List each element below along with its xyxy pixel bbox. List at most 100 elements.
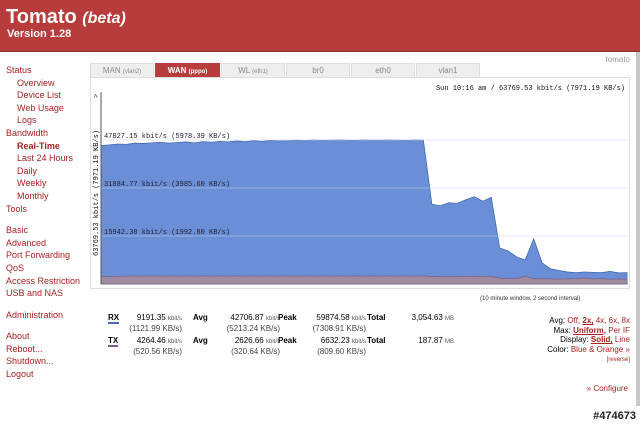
sidebar-item-web-usage[interactable]: Web Usage bbox=[0, 102, 86, 115]
sidebar-item-port-forwarding[interactable]: Port Forwarding bbox=[0, 249, 86, 262]
avg-option-6x[interactable]: 6x, bbox=[609, 316, 620, 325]
avg-option-off[interactable]: Off, bbox=[567, 316, 580, 325]
app-version: Version 1.28 bbox=[7, 28, 72, 40]
sidebar-item-shutdown[interactable]: Shutdown... bbox=[0, 355, 86, 368]
app-title-text: Tomato bbox=[6, 6, 77, 28]
sidebar-item-about[interactable]: About bbox=[0, 330, 86, 343]
sidebar-nav: Status Overview Device List Web Usage Logs Ba… bbox=[0, 64, 86, 381]
tx-total-label: Total bbox=[367, 336, 386, 345]
expand-arrow-icon[interactable]: > bbox=[93, 94, 101, 98]
sidebar-item-basic[interactable]: Basic bbox=[0, 224, 86, 237]
tx-peak-value: 6632.23 bbox=[320, 336, 350, 345]
display-option-line[interactable]: Line bbox=[615, 335, 630, 344]
tab-vlan1[interactable]: vlan1 bbox=[416, 63, 480, 77]
right-border bbox=[636, 52, 640, 406]
gridline-label: 15942.38 kbit/s (1992.80 KB/s) bbox=[104, 229, 230, 237]
tx-peak: 6632.23 kbit/s (809.60 KB/s) bbox=[294, 336, 366, 356]
color-scheme-link[interactable]: Blue & Orange » bbox=[571, 345, 630, 354]
gridline-label: 31884.77 kbit/s (3985.60 KB/s) bbox=[104, 181, 230, 189]
max-option-row: Max: Uniform, Per IF bbox=[547, 326, 630, 336]
app-title-suffix: (beta) bbox=[82, 10, 126, 27]
tx-peak-unit: kbit/s bbox=[351, 339, 366, 345]
tab-wan[interactable]: WAN (pppo) bbox=[155, 63, 220, 77]
tab-label: vlan1 bbox=[438, 66, 458, 75]
display-option-solid[interactable]: Solid, bbox=[591, 335, 613, 344]
tab-man[interactable]: MAN (vlan2) bbox=[90, 63, 154, 77]
sidebar-item-logs[interactable]: Logs bbox=[0, 114, 86, 127]
rx-current: 9191.35 kbit/s (1121.99 KB/s) bbox=[124, 313, 182, 333]
tab-br0[interactable]: br0 bbox=[286, 63, 350, 77]
graph-header-text: Sun 10:16 am / 63769.53 kbit/s (7971.19 … bbox=[436, 85, 625, 93]
sidebar-item-daily[interactable]: Daily bbox=[0, 165, 86, 178]
avg-option-8x[interactable]: 8x bbox=[622, 316, 630, 325]
tx-current-unit: kbit/s bbox=[167, 339, 182, 345]
tab-wl[interactable]: WL (eth1) bbox=[221, 63, 285, 77]
rx-total-label: Total bbox=[367, 313, 386, 322]
sidebar-item-monthly[interactable]: Monthly bbox=[0, 190, 86, 203]
rx-peak-value: 59874.58 bbox=[316, 313, 350, 322]
sidebar-item-advanced[interactable]: Advanced bbox=[0, 237, 86, 250]
sidebar-item-administration[interactable]: Administration bbox=[0, 309, 86, 322]
tx-avg-label: Avg bbox=[193, 336, 208, 345]
reverse-colors-link[interactable]: [reverse] bbox=[607, 357, 630, 363]
tab-sublabel: (pppo) bbox=[188, 69, 208, 75]
tx-total-unit: MB bbox=[445, 339, 454, 345]
color-option-label: Color: bbox=[547, 344, 569, 354]
graph-options: Avg: Off, 2x, 4x, 6x, 8x Max: Uniform, P… bbox=[547, 316, 630, 366]
display-option-row: Display: Solid, Line bbox=[547, 335, 630, 345]
sidebar-item-qos[interactable]: QoS bbox=[0, 262, 86, 275]
sidebar-item-usb-and-nas[interactable]: USB and NAS bbox=[0, 287, 86, 300]
sidebar-item-tools[interactable]: Tools bbox=[0, 203, 86, 216]
tab-label: WAN bbox=[167, 66, 187, 75]
tx-total-value: 187.87 bbox=[418, 336, 443, 345]
sidebar-item-real-time[interactable]: Real-Time bbox=[0, 140, 86, 153]
footer bbox=[0, 406, 640, 426]
avg-option-2x[interactable]: 2x, bbox=[582, 316, 593, 325]
rx-total: 3,054.63 MB bbox=[386, 313, 454, 324]
rx-avg-kbs: (5213.24 KB/s) bbox=[226, 324, 280, 333]
rx-total-value: 3,054.63 bbox=[411, 313, 443, 322]
tab-sublabel: (vlan2) bbox=[122, 69, 142, 75]
avg-option-4x[interactable]: 4x, bbox=[596, 316, 607, 325]
sidebar-item-last-24-hours[interactable]: Last 24 Hours bbox=[0, 152, 86, 165]
rx-label: RX bbox=[108, 313, 120, 324]
sidebar-item-logout[interactable]: Logout bbox=[0, 368, 86, 381]
sidebar-item-access-restriction[interactable]: Access Restriction bbox=[0, 275, 86, 288]
rx-total-unit: MB bbox=[445, 316, 454, 322]
max-option-perif[interactable]: Per IF bbox=[608, 326, 630, 335]
avg-option-label: Avg: bbox=[549, 316, 566, 325]
sidebar-item-bandwidth[interactable]: Bandwidth bbox=[0, 127, 86, 140]
tab-sublabel: (eth1) bbox=[252, 69, 268, 75]
tx-peak-kbs: (809.60 KB/s) bbox=[317, 347, 366, 356]
tx-current: 4264.46 kbit/s (520.56 KB/s) bbox=[124, 336, 182, 356]
rx-peak-unit: kbit/s bbox=[351, 316, 366, 322]
sidebar-item-device-list[interactable]: Device List bbox=[0, 89, 86, 102]
header-bar: Tomato (beta) Version 1.28 bbox=[0, 0, 640, 52]
graph-canvas: 47827.15 kbit/s (5978.39 KB/s) 31884.77 k… bbox=[93, 85, 628, 285]
tx-avg: 2626.66 kbit/s (320.64 KB/s) bbox=[208, 336, 280, 356]
rx-stats-row: RX 9191.35 kbit/s (1121.99 KB/s) Avg 4270… bbox=[108, 313, 454, 335]
tab-label: MAN bbox=[102, 66, 121, 75]
display-option-label: Display: bbox=[560, 335, 589, 345]
color-option-row: Color: Blue & Orange » bbox=[547, 345, 630, 355]
max-option-label: Max: bbox=[553, 325, 571, 335]
tab-label: br0 bbox=[312, 66, 324, 75]
max-option-uniform[interactable]: Uniform, bbox=[573, 326, 606, 335]
configure-link[interactable]: » Configure bbox=[587, 384, 628, 393]
sidebar-item-reboot[interactable]: Reboot... bbox=[0, 343, 86, 356]
rx-peak: 59874.58 kbit/s (7308.91 KB/s) bbox=[294, 313, 366, 333]
gridline-label: 47827.15 kbit/s (5978.39 KB/s) bbox=[104, 133, 230, 141]
sidebar-item-status[interactable]: Status bbox=[0, 64, 86, 77]
rx-peak-kbs: (7308.91 KB/s) bbox=[312, 324, 366, 333]
sidebar-item-weekly[interactable]: Weekly bbox=[0, 177, 86, 190]
tab-label: eth0 bbox=[375, 66, 391, 75]
sidebar-item-overview[interactable]: Overview bbox=[0, 77, 86, 90]
rx-avg: 42706.87 kbit/s (5213.24 KB/s) bbox=[208, 313, 280, 333]
rx-avg-label: Avg bbox=[193, 313, 208, 322]
tab-eth0[interactable]: eth0 bbox=[351, 63, 415, 77]
rx-current-value: 9191.35 bbox=[136, 313, 166, 322]
watermark: #474673 bbox=[593, 410, 636, 422]
